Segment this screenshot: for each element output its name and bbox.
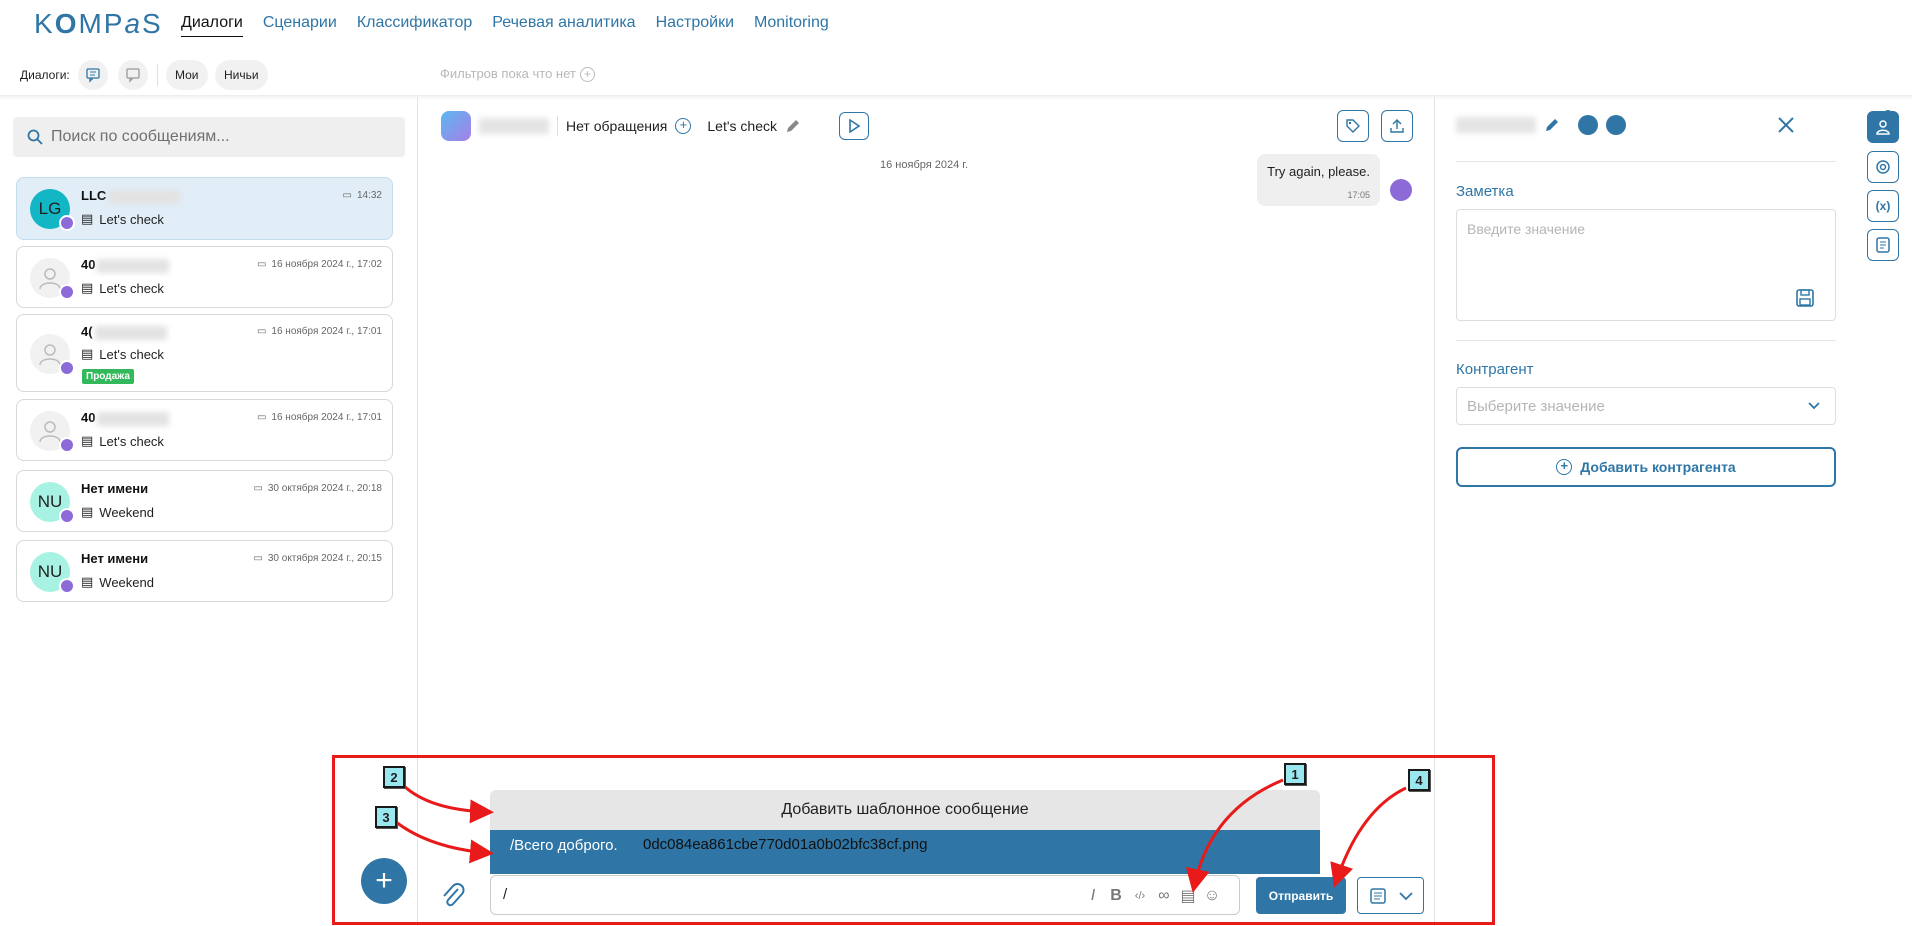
counterparty-label: Контрагент: [1456, 361, 1534, 378]
note-textarea[interactable]: Введите значение: [1456, 209, 1836, 321]
annotation-callout-1: 1: [1284, 763, 1306, 785]
user-icon: [1876, 120, 1890, 135]
contact-details-pane: Заметка Введите значение Контрагент Выбе…: [1436, 97, 1856, 926]
chevron-down-icon: [1808, 402, 1820, 410]
right-tool-sidebar: (x): [1866, 97, 1912, 926]
edit-pencil-icon[interactable]: [1544, 117, 1560, 133]
email-icon[interactable]: [1606, 115, 1626, 135]
counterparty-placeholder: Выберите значение: [1467, 398, 1605, 415]
variable-x-icon: (x): [1875, 199, 1891, 213]
add-counterparty-button[interactable]: + Добавить контрагента: [1456, 447, 1836, 487]
note-placeholder: Введите значение: [1467, 221, 1586, 237]
add-counterparty-label: Добавить контрагента: [1580, 459, 1736, 475]
redacted-contact-name: [1456, 117, 1536, 133]
notes-list-button[interactable]: [1867, 229, 1899, 261]
add-circle-icon: +: [1556, 459, 1573, 475]
annotation-callout-4: 4: [1408, 769, 1430, 791]
ai-knot-icon: [1876, 160, 1890, 174]
counterparty-select[interactable]: Выберите значение: [1456, 387, 1836, 425]
contact-tab-button[interactable]: [1867, 111, 1899, 143]
divider: [1456, 161, 1836, 162]
note-label: Заметка: [1456, 183, 1514, 200]
ai-assistant-button[interactable]: [1867, 151, 1899, 183]
divider: [1456, 340, 1836, 341]
phone-icon[interactable]: [1578, 115, 1598, 135]
save-icon[interactable]: [1795, 288, 1815, 308]
contact-header: [1456, 115, 1626, 135]
annotation-callout-2: 2: [383, 766, 405, 788]
close-icon[interactable]: [1776, 115, 1796, 135]
document-icon: [1876, 237, 1890, 253]
annotation-callout-3: 3: [375, 806, 397, 828]
variables-button[interactable]: (x): [1867, 190, 1899, 222]
